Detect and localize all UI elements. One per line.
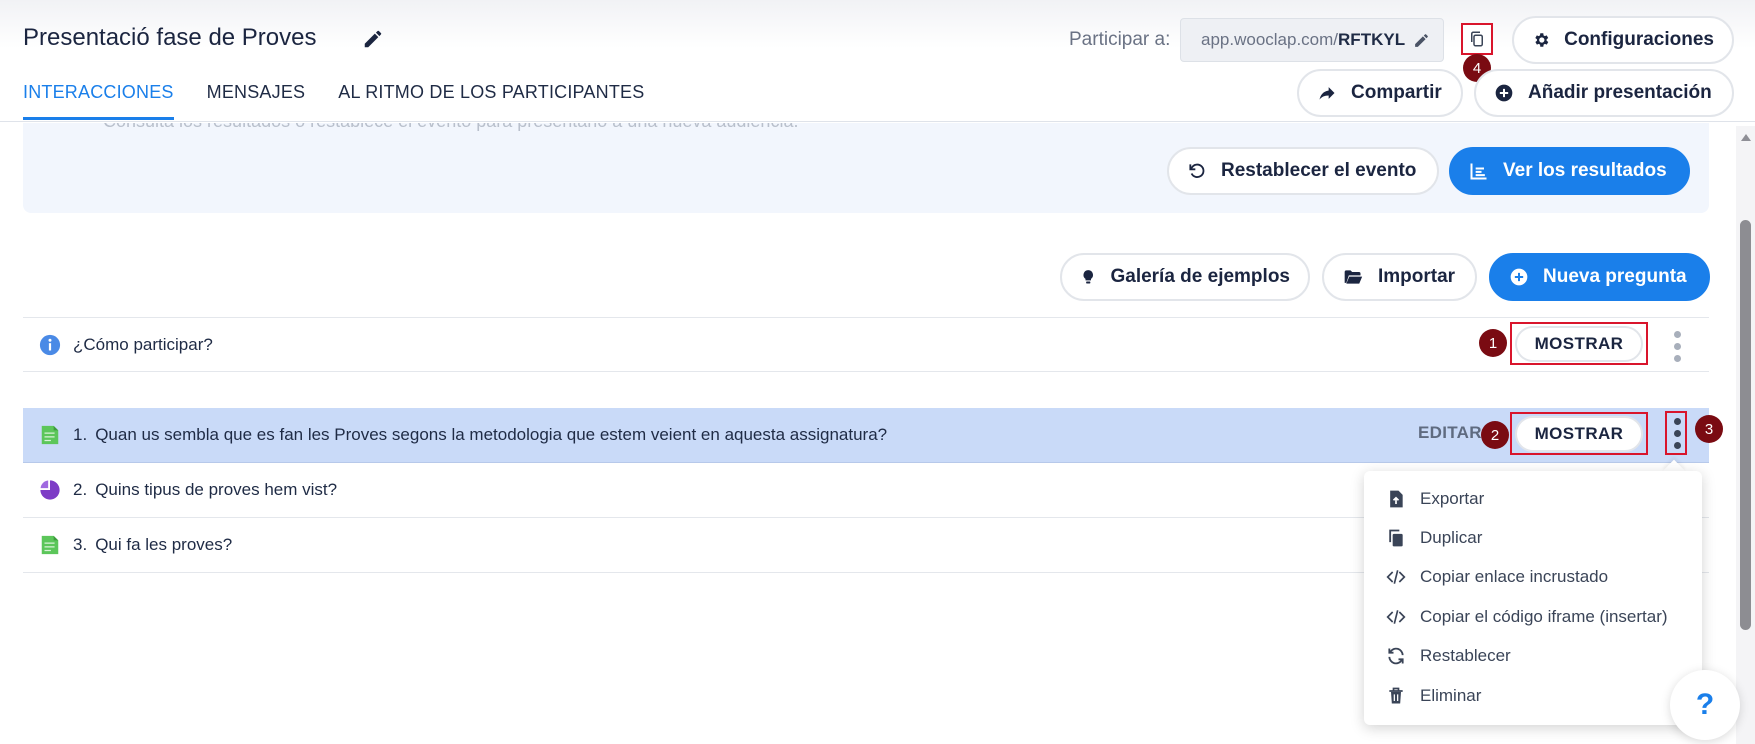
question-number: 2. [73, 480, 88, 499]
question-options-menu: Exportar Duplicar Copiar enlace incrusta… [1364, 471, 1702, 725]
configure-label: Configuraciones [1564, 29, 1714, 50]
tab-interactions[interactable]: INTERACCIONES [23, 82, 174, 120]
export-icon [1390, 490, 1403, 508]
show-button[interactable]: MOSTRAR [1515, 326, 1643, 362]
code-icon [1386, 609, 1406, 624]
purple-pie-icon [40, 480, 60, 500]
info-icon [39, 334, 61, 355]
scroll-up-arrow-icon[interactable] [1741, 134, 1751, 141]
plus-circle-icon [1495, 84, 1513, 102]
menu-item-label: Eliminar [1420, 685, 1482, 705]
menu-item-label: Duplicar [1420, 528, 1483, 548]
green-document-icon [41, 425, 59, 445]
annotation-badge-2: 2 [1481, 421, 1509, 449]
scrollbar-thumb[interactable] [1740, 220, 1751, 630]
list-item-how-to-participate[interactable]: ¿Cómo participar? [23, 317, 1709, 372]
list-item-label: ¿Cómo participar? [73, 334, 213, 354]
gear-icon [1535, 33, 1549, 47]
code-icon [1386, 570, 1406, 585]
help-button[interactable]: ? [1670, 670, 1740, 740]
copy-icon [1471, 31, 1483, 47]
more-vertical-icon[interactable] [1672, 418, 1682, 449]
menu-item-duplicate[interactable]: Duplicar [1364, 518, 1702, 557]
lightbulb-icon [1083, 270, 1093, 284]
share-button[interactable]: Compartir [1297, 69, 1463, 117]
tab-bar: INTERACCIONES MENSAJES AL RITMO DE LOS P… [23, 82, 644, 120]
pencil-icon[interactable] [362, 28, 384, 50]
examples-gallery-button[interactable]: Galería de ejemplos [1060, 253, 1310, 301]
share-arrow-icon [1319, 87, 1335, 100]
green-document-icon [41, 535, 59, 555]
question-number: 3. [73, 535, 88, 554]
menu-item-label: Restablecer [1420, 646, 1511, 666]
add-presentation-label: Añadir presentación [1528, 82, 1712, 103]
examples-gallery-label: Galería de ejemplos [1110, 266, 1290, 287]
view-results-label: Ver los resultados [1503, 160, 1667, 181]
more-vertical-icon[interactable] [1672, 331, 1682, 362]
reset-icon [1189, 163, 1205, 178]
folder-open-icon [1344, 270, 1363, 284]
copy-link-button[interactable] [1461, 23, 1493, 55]
menu-item-label: Copiar enlace incrustado [1420, 567, 1609, 587]
menu-item-copy-iframe[interactable]: Copiar el código iframe (insertar) [1364, 597, 1702, 636]
trash-icon [1389, 687, 1403, 704]
menu-item-delete[interactable]: Eliminar [1364, 676, 1702, 715]
annotation-badge-3: 3 [1695, 415, 1723, 443]
page-title: Presentació fase de Proves [23, 24, 317, 51]
url-prefix: app.wooclap.com/ [1201, 30, 1339, 49]
import-button[interactable]: Importar [1322, 253, 1477, 301]
duplicate-icon [1389, 529, 1403, 547]
participate-label: Participar a: [1069, 29, 1171, 50]
edit-button[interactable]: EDITAR [1418, 423, 1482, 443]
reset-event-label: Restablecer el evento [1221, 160, 1417, 181]
tab-self-paced[interactable]: AL RITMO DE LOS PARTICIPANTES [338, 82, 644, 120]
configure-button[interactable]: Configuraciones [1512, 16, 1734, 64]
show-button[interactable]: MOSTRAR [1515, 416, 1643, 452]
refresh-icon [1388, 647, 1404, 665]
tab-messages[interactable]: MENSAJES [207, 82, 306, 120]
menu-item-export[interactable]: Exportar [1364, 479, 1702, 518]
top-bar: Presentació fase de Proves Participar a:… [0, 0, 1755, 122]
import-label: Importar [1378, 266, 1456, 287]
new-question-button[interactable]: Nueva pregunta [1489, 253, 1710, 301]
annotation-badge-1: 1 [1479, 329, 1507, 357]
pencil-icon[interactable] [1413, 32, 1430, 49]
add-presentation-button[interactable]: Añadir presentación [1474, 69, 1734, 117]
bar-chart-icon [1470, 163, 1487, 180]
new-question-label: Nueva pregunta [1543, 266, 1687, 287]
menu-item-reset[interactable]: Restablecer [1364, 637, 1702, 676]
share-label: Compartir [1351, 82, 1442, 103]
reset-event-button[interactable]: Restablecer el evento [1167, 147, 1439, 195]
results-panel-text: Consulta los resultados o restablece el … [103, 123, 798, 132]
question-number: 1. [73, 425, 88, 444]
menu-item-label: Copiar el código iframe (insertar) [1420, 606, 1668, 626]
menu-item-copy-embed-link[interactable]: Copiar enlace incrustado [1364, 558, 1702, 597]
question-text: Quan us sembla que es fan les Proves seg… [95, 425, 888, 444]
view-results-button[interactable]: Ver los resultados [1449, 147, 1690, 195]
question-text: Qui fa les proves? [95, 535, 233, 554]
url-code: RFTKYL [1338, 30, 1406, 49]
menu-item-label: Exportar [1420, 488, 1485, 508]
plus-circle-icon [1510, 268, 1528, 286]
question-text: Quins tipus de proves hem vist? [95, 480, 338, 499]
event-url-field[interactable]: app.wooclap.com/RFTKYL [1180, 18, 1444, 62]
